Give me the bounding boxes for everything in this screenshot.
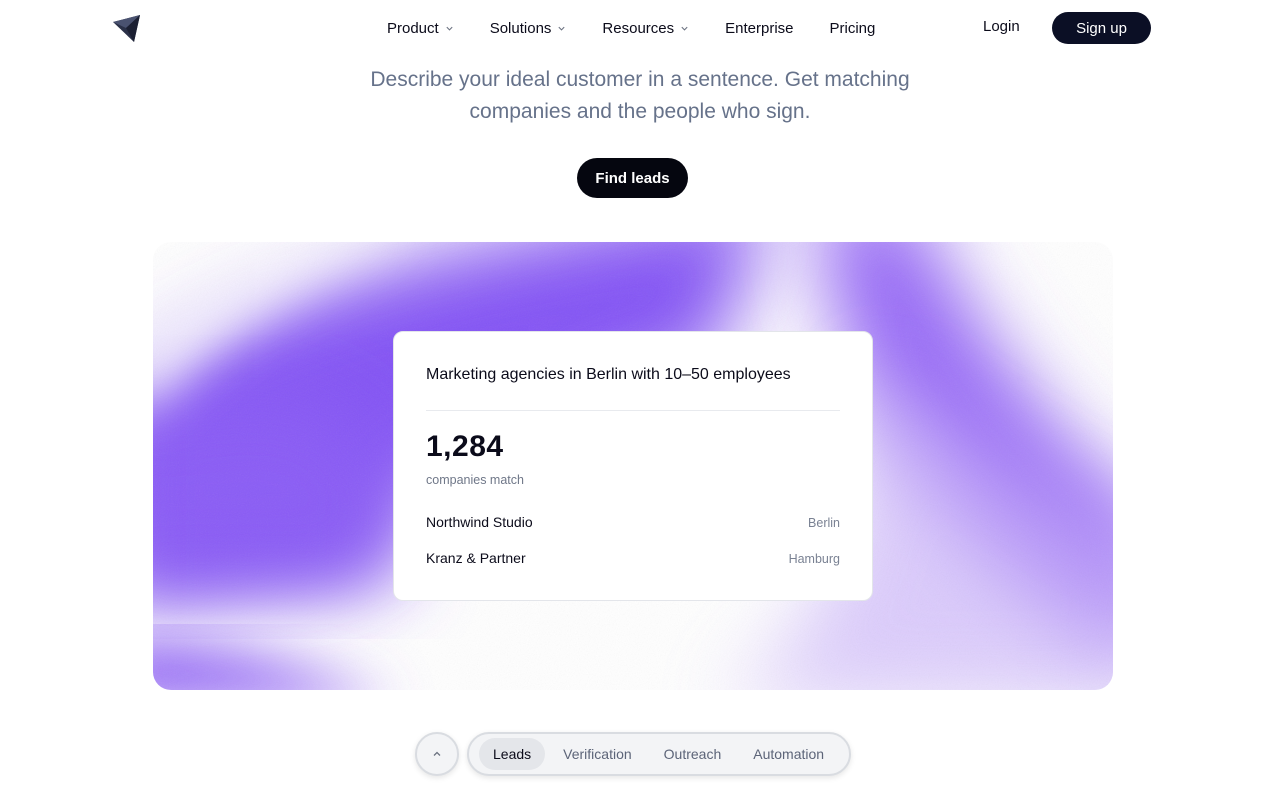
- match-count-label: companies match: [426, 473, 524, 487]
- tab-leads[interactable]: Leads: [479, 738, 546, 770]
- nav-enterprise[interactable]: Enterprise: [725, 20, 793, 37]
- chevron-down-icon: [558, 26, 566, 31]
- chevron-up-icon: [433, 751, 441, 756]
- nav-product-label: Product: [387, 19, 439, 37]
- top-navigation: Product Solutions Resources Enterprise P…: [0, 0, 1280, 56]
- chevron-down-icon: [681, 26, 688, 31]
- nav-solutions-label: Solutions: [489, 19, 552, 37]
- login-link[interactable]: Login: [983, 18, 1020, 35]
- scroll-to-top-button[interactable]: [415, 732, 459, 776]
- paper-plane-logo-icon[interactable]: [112, 14, 142, 44]
- company-name: Kranz & Partner: [426, 550, 526, 566]
- tab-automation[interactable]: Automation: [739, 738, 838, 770]
- lead-search-card: Marketing agencies in Berlin with 10–50 …: [393, 331, 873, 601]
- company-city: Hamburg: [788, 552, 840, 566]
- tab-verification[interactable]: Verification: [549, 738, 645, 770]
- hero-subtitle: Describe your ideal customer in a senten…: [370, 68, 910, 123]
- company-name: Northwind Studio: [426, 514, 533, 530]
- result-row[interactable]: Northwind Studio Berlin: [426, 514, 840, 530]
- nav-resources-label: Resources: [602, 19, 675, 37]
- chevron-down-icon: [446, 26, 453, 31]
- product-showcase-panel: Marketing agencies in Berlin with 10–50 …: [153, 242, 1113, 690]
- main-nav: Product Solutions Resources Enterprise P…: [387, 0, 875, 56]
- nav-solutions[interactable]: Solutions: [490, 20, 567, 37]
- find-leads-button[interactable]: Find leads: [577, 158, 688, 198]
- nav-enterprise-label: Enterprise: [725, 19, 794, 37]
- feature-tabbar: Leads Verification Outreach Automation: [467, 732, 851, 776]
- result-row[interactable]: Kranz & Partner Hamburg: [426, 550, 840, 566]
- match-count: 1,284: [426, 430, 504, 463]
- nav-pricing[interactable]: Pricing: [830, 20, 876, 37]
- signup-button[interactable]: Sign up: [1052, 12, 1151, 44]
- search-query-text: Marketing agencies in Berlin with 10–50 …: [426, 366, 791, 383]
- card-divider: [426, 410, 840, 411]
- nav-resources[interactable]: Resources: [602, 20, 689, 37]
- nav-pricing-label: Pricing: [829, 19, 876, 37]
- nav-product[interactable]: Product: [387, 20, 454, 37]
- tab-outreach[interactable]: Outreach: [650, 738, 736, 770]
- company-city: Berlin: [808, 516, 840, 530]
